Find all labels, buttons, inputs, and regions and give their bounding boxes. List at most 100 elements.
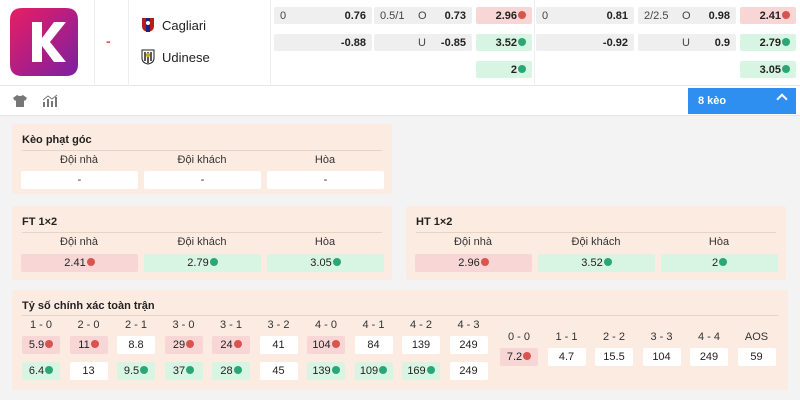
markets-toggle-button[interactable]: 8 kèo [688, 88, 796, 114]
score-odds[interactable]: 139 [402, 336, 440, 354]
odds-value[interactable]: 3.05 [267, 254, 384, 272]
score-odds[interactable]: 104 [307, 336, 345, 354]
score-odds[interactable]: 6.4 [22, 362, 60, 380]
udinese-crest-icon [141, 49, 155, 65]
score-header: 4 - 3 [457, 319, 480, 331]
score-odds[interactable]: 249 [690, 348, 728, 366]
odds-value[interactable]: - [144, 171, 261, 189]
score-odds[interactable]: 41 [259, 336, 298, 354]
odds-value[interactable]: - [267, 171, 384, 189]
away-team[interactable]: Udinese [140, 49, 210, 65]
score-odds[interactable]: 109 [354, 362, 393, 380]
score-odds[interactable]: 9.5 [117, 362, 155, 380]
arrow-up-icon [45, 366, 54, 374]
odds-cell[interactable]: 3.05 [740, 61, 796, 78]
score-odds[interactable]: 5.9 [22, 336, 60, 354]
arrow-up-icon [603, 258, 612, 266]
odds-value[interactable]: 2 [661, 254, 778, 272]
away-team-name: Udinese [162, 49, 210, 65]
score-odds[interactable]: 15.5 [595, 348, 633, 366]
odds-cell[interactable]: 2.41 [740, 7, 796, 24]
score-odds[interactable]: 13 [69, 362, 108, 380]
score-odds[interactable]: 28 [212, 362, 250, 380]
ht-1x2-panel: HT 1×2 Đội nhà Đội khách Hòa 2.96 3.52 2 [406, 206, 786, 280]
column-divider [94, 0, 95, 86]
odds-cell[interactable]: -0.92 [536, 34, 634, 51]
column-header: Đội nhà [60, 154, 98, 166]
chevron-up-icon [776, 93, 788, 105]
column-header: Hòa [314, 154, 336, 166]
home-team[interactable]: Cagliari [140, 17, 206, 33]
stats-icon[interactable] [42, 94, 58, 108]
odds-cell[interactable]: 2.79 [740, 34, 796, 51]
score-odds[interactable]: 37 [164, 362, 203, 380]
score-odds[interactable]: 8.8 [117, 336, 155, 354]
score-odds[interactable]: 84 [354, 336, 393, 354]
score-odds[interactable]: 59 [737, 348, 776, 366]
divider [22, 315, 778, 316]
score-header: 3 - 1 [219, 319, 242, 331]
score-odds[interactable]: 7.2 [500, 348, 538, 366]
score-odds[interactable]: 24 [212, 336, 250, 354]
market-toolbar: 8 kèo [0, 86, 800, 116]
odds-value[interactable]: 2.41 [21, 254, 138, 272]
odds-value[interactable]: 2.96 [415, 254, 532, 272]
arrow-down-icon [233, 340, 242, 348]
score-odds[interactable]: 11 [69, 336, 108, 354]
odds-cell[interactable]: 3.52 [476, 34, 532, 51]
score-odds[interactable]: 45 [259, 362, 298, 380]
divider [22, 232, 382, 233]
odds-value[interactable]: - [21, 171, 138, 189]
score-header: 4 - 0 [314, 319, 337, 331]
score-header: 3 - 2 [267, 319, 290, 331]
odds-cell[interactable]: -0.88 [274, 34, 372, 51]
score-odds[interactable]: 4.7 [547, 348, 586, 366]
arrow-up-icon [719, 258, 728, 266]
arrow-down-icon [86, 258, 95, 266]
score-odds[interactable]: 249 [449, 362, 488, 380]
score-odds[interactable]: 29 [164, 336, 203, 354]
score-header: 1 - 0 [29, 319, 52, 331]
odds-cell[interactable]: 0 0.76 [274, 7, 372, 24]
arrow-up-icon [332, 258, 341, 266]
score-header: 2 - 2 [602, 331, 625, 343]
score-odds[interactable]: 169 [402, 362, 440, 380]
match-header: - Cagliari Udinese 0 0.76 0.5/1 O 0.73 2… [0, 0, 800, 86]
odds-value[interactable]: 2.79 [144, 254, 261, 272]
score-header: 3 - 3 [650, 331, 673, 343]
score-odds[interactable]: 104 [642, 348, 681, 366]
arrow-down-icon [45, 340, 54, 348]
score-odds[interactable]: 249 [449, 336, 488, 354]
score-odds[interactable]: 139 [307, 362, 345, 380]
odds-cell[interactable]: U -0.85 [374, 34, 472, 51]
odds-value[interactable]: 3.52 [538, 254, 655, 272]
column-header: Đội nhà [60, 236, 98, 248]
arrow-up-icon [379, 366, 388, 374]
arrow-down-icon [523, 352, 532, 360]
panel-title: Tỷ số chính xác toàn trận [22, 300, 155, 312]
correct-score-panel: Tỷ số chính xác toàn trận 1 - 0 2 - 0 2 - … [12, 290, 788, 390]
panel-title: HT 1×2 [416, 216, 453, 228]
arrow-up-icon [426, 366, 435, 374]
arrow-up-icon [209, 258, 218, 266]
divider [22, 150, 382, 151]
ft-1x2-panel: FT 1×2 Đội nhà Đội khách Hòa 2.41 2.79 3… [12, 206, 392, 280]
score-header: 4 - 2 [409, 319, 432, 331]
shirt-icon[interactable] [12, 94, 28, 108]
odds-cell[interactable]: 2 [476, 61, 532, 78]
column-header: Đội khách [177, 154, 227, 166]
column-divider [534, 0, 535, 86]
arrow-up-icon [518, 64, 526, 73]
odds-cell[interactable]: U 0.9 [638, 34, 736, 51]
score-header: AOS [744, 331, 769, 343]
column-header: Hòa [314, 236, 336, 248]
brand-logo [10, 8, 78, 76]
score-header: 1 - 1 [555, 331, 578, 343]
odds-cell[interactable]: 0 0.81 [536, 7, 634, 24]
odds-cell[interactable]: 2/2.5 O 0.98 [638, 7, 736, 24]
odds-cell[interactable]: 2.96 [476, 7, 532, 24]
score-header: 0 - 0 [507, 331, 530, 343]
odds-cell[interactable]: 0.5/1 O 0.73 [374, 7, 472, 24]
corner-kick-panel: Kèo phạt góc Đội nhà Đội khách Hòa - - - [12, 124, 392, 194]
arrow-down-icon [518, 10, 526, 19]
